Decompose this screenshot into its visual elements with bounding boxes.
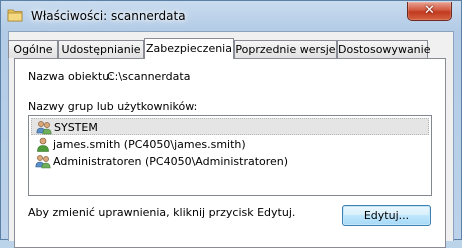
list-item-james-smith[interactable]: james.smith (PC4050\james.smith) — [31, 136, 429, 153]
window-title: Właściwości: scannerdata — [31, 9, 186, 23]
tab-previous-versions[interactable]: Poprzednie wersje — [234, 40, 337, 58]
change-permissions-text: Aby zmienić uprawnienia, kliknij przycis… — [28, 206, 296, 219]
edit-button[interactable]: Edytuj... — [342, 205, 431, 226]
groups-label: Nazwy grup lub użytkowników: — [28, 100, 198, 113]
list-item-system[interactable]: SYSTEM — [31, 118, 429, 135]
principal-name: SYSTEM — [54, 121, 98, 134]
tab-customize[interactable]: Dostosowywanie — [337, 40, 430, 58]
title-bar[interactable]: Właściwości: scannerdata ✕ — [1, 1, 461, 31]
close-button[interactable]: ✕ — [407, 2, 452, 21]
principals-list[interactable]: SYSTEM james.smith (PC4050\james.smith) … — [28, 115, 432, 196]
list-item-administratoren[interactable]: Administratoren (PC4050\Administratoren) — [31, 153, 429, 170]
close-icon: ✕ — [424, 3, 435, 18]
folder-icon — [7, 9, 23, 22]
users-group-icon — [35, 155, 51, 169]
principal-name: Administratoren (PC4050\Administratoren) — [53, 155, 289, 168]
users-group-icon — [36, 121, 52, 135]
principal-name: james.smith (PC4050\james.smith) — [53, 138, 246, 151]
tab-general[interactable]: Ogólne — [8, 40, 58, 58]
object-name-label: Nazwa obiektu: — [28, 70, 113, 83]
user-icon — [37, 137, 49, 152]
tab-sharing[interactable]: Udostępnianie — [58, 40, 144, 58]
object-name-value: C:\scannerdata — [107, 70, 191, 83]
tab-security[interactable]: Zabezpieczenia — [144, 38, 234, 59]
